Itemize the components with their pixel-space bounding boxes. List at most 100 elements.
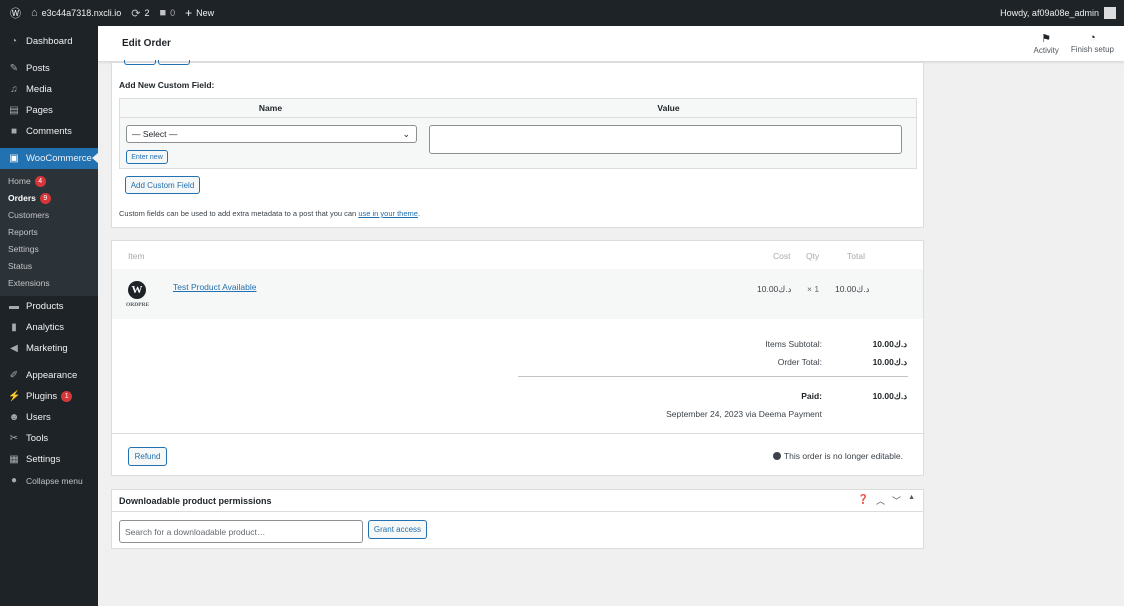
grant-access-button[interactable]: Grant access (368, 520, 427, 539)
items-subtotal-label: Items Subtotal: (765, 339, 822, 349)
megaphone-icon: ◀ (10, 343, 18, 354)
submenu-reports[interactable]: Reports (0, 224, 98, 241)
not-editable-notice: This order is no longer editable. (772, 451, 903, 461)
menu-posts[interactable]: ✎ Posts (0, 58, 98, 79)
menu-plugins[interactable]: ⚡ Plugins 1 (0, 386, 98, 407)
submenu-customers[interactable]: Customers (0, 207, 98, 224)
collapse-icon: ● (10, 475, 18, 486)
page-header: Edit Order ⚑ Activity ◔ Finish setup (98, 26, 1124, 62)
name-column-header: Name (258, 103, 283, 113)
table-row: W ORDPRE Test Product Available 10.00د.ك… (112, 269, 923, 319)
custom-field-note: Custom fields can be used to add extra m… (119, 209, 421, 218)
avatar (1104, 7, 1116, 19)
paid-note: September 24, 2023 via Deema Payment (666, 409, 822, 419)
panel-controls: ❓ ︿ ﹀ ▲ (851, 494, 915, 507)
menu-media[interactable]: ♫ Media (0, 79, 98, 100)
chevron-down-icon[interactable]: ﹀ (892, 494, 901, 507)
order-total-value: 10.00د.ك (872, 357, 907, 367)
media-icon: ♫ (10, 84, 18, 95)
collapse-menu-button[interactable]: ● Collapse menu (0, 470, 98, 491)
progress-circle-icon: ◔ (1089, 32, 1096, 44)
metadata-button[interactable] (158, 60, 190, 65)
comments-link[interactable]: ■ 0 (159, 7, 175, 19)
menu-comments[interactable]: ■ Comments (0, 121, 98, 142)
plugin-icon: ⚡ (8, 391, 21, 402)
totals-divider (518, 376, 908, 377)
plugins-count-badge: 1 (61, 391, 73, 402)
dashboard-icon: ◔ (10, 36, 18, 47)
custom-field-header: Name Value (120, 99, 916, 118)
menu-dashboard[interactable]: ◔ Dashboard (0, 31, 98, 52)
custom-field-table: Name Value — Select — ⌄ Enter new (119, 98, 917, 169)
items-table-header: Item Cost Qty Total (112, 241, 923, 269)
collapse-triangle-icon[interactable]: ▲ (908, 494, 915, 507)
custom-field-value-textarea[interactable] (429, 125, 902, 154)
submenu-extensions[interactable]: Extensions (0, 275, 98, 292)
pages-icon: ▤ (9, 105, 19, 116)
refund-button[interactable]: Refund (128, 447, 167, 466)
menu-users[interactable]: ☻ Users (0, 407, 98, 428)
items-footer: Refund This order is no longer editable. (112, 433, 923, 475)
pin-icon: ✎ (9, 63, 19, 74)
enter-new-button[interactable]: Enter new (126, 150, 168, 164)
my-account-link[interactable]: Howdy, af09a08e_admin (1000, 7, 1124, 19)
plus-icon: + (185, 6, 193, 20)
chevron-up-icon[interactable]: ︿ (876, 494, 885, 507)
orders-count-badge: 9 (39, 193, 51, 204)
comment-icon: ■ (159, 7, 167, 19)
metadata-buttons (124, 60, 192, 65)
settings-icon: ▦ (9, 454, 19, 465)
submenu-orders[interactable]: Orders 9 (0, 190, 98, 207)
updates-icon: ⟳ (131, 7, 141, 20)
total-column-header: Total (847, 251, 865, 261)
home-icon: ⌂ (31, 7, 38, 19)
activity-button[interactable]: ⚑ Activity (1034, 32, 1059, 55)
comments-icon: ■ (10, 126, 18, 137)
panel-title: Downloadable product permissions (119, 495, 272, 506)
home-count-badge: 4 (34, 176, 46, 187)
submenu-home[interactable]: Home 4 (0, 173, 98, 190)
menu-tools[interactable]: ✂ Tools (0, 428, 98, 449)
bar-chart-icon: ▮ (11, 322, 17, 333)
custom-field-title: Add New Custom Field: (119, 80, 215, 90)
metadata-button[interactable] (124, 60, 156, 65)
menu-products[interactable]: ▬ Products (0, 296, 98, 317)
add-custom-field-button[interactable]: Add Custom Field (125, 176, 200, 194)
menu-woocommerce[interactable]: ▣ WooCommerce (0, 148, 98, 169)
custom-field-key-select[interactable]: — Select — ⌄ (126, 125, 417, 143)
menu-analytics[interactable]: ▮ Analytics (0, 317, 98, 338)
menu-appearance[interactable]: ✐ Appearance (0, 365, 98, 386)
wrench-icon: ✂ (9, 433, 19, 444)
chevron-down-icon: ⌄ (402, 128, 410, 139)
item-cost: 10.00د.ك (757, 284, 792, 294)
menu-marketing[interactable]: ◀ Marketing (0, 338, 98, 359)
value-column-header: Value (657, 103, 680, 113)
updates-link[interactable]: ⟳ 2 (131, 7, 149, 20)
cost-column-header: Cost (773, 251, 791, 261)
item-qty: × 1 (807, 284, 820, 294)
finish-setup-button[interactable]: ◔ Finish setup (1071, 32, 1114, 55)
site-name-link[interactable]: ⌂ e3c44a7318.nxcli.io (31, 7, 121, 19)
woocommerce-icon: ▣ (9, 153, 19, 164)
qty-column-header: Qty (806, 251, 820, 261)
help-icon (772, 452, 781, 460)
brush-icon: ✐ (9, 370, 19, 381)
help-icon[interactable]: ❓ (858, 494, 869, 507)
submenu-settings[interactable]: Settings (0, 241, 98, 258)
items-subtotal-value: 10.00د.ك (872, 339, 907, 349)
download-permissions-header: Downloadable product permissions ❓ ︿ ﹀ ▲ (112, 490, 923, 512)
menu-settings[interactable]: ▦ Settings (0, 449, 98, 470)
order-items-panel: Item Cost Qty Total W ORDPRE Test Produc… (111, 240, 924, 476)
downloadable-product-search-input[interactable]: Search for a downloadable product… (119, 520, 363, 543)
menu-pages[interactable]: ▤ Pages (0, 100, 98, 121)
products-icon: ▬ (9, 301, 19, 312)
new-content-link[interactable]: + New (185, 6, 214, 20)
wordpress-logo-icon[interactable]: Ⓦ (10, 5, 21, 21)
submenu-status[interactable]: Status (0, 258, 98, 275)
use-in-theme-link[interactable]: use in your theme (358, 209, 418, 218)
paid-value: 10.00د.ك (872, 391, 907, 401)
product-name-link[interactable]: Test Product Available (173, 282, 256, 292)
thumbnail-caption: ORDPRE (126, 302, 150, 308)
users-icon: ☻ (8, 412, 20, 423)
order-totals: Items Subtotal: 10.00د.ك Order Total: 10… (112, 319, 923, 433)
